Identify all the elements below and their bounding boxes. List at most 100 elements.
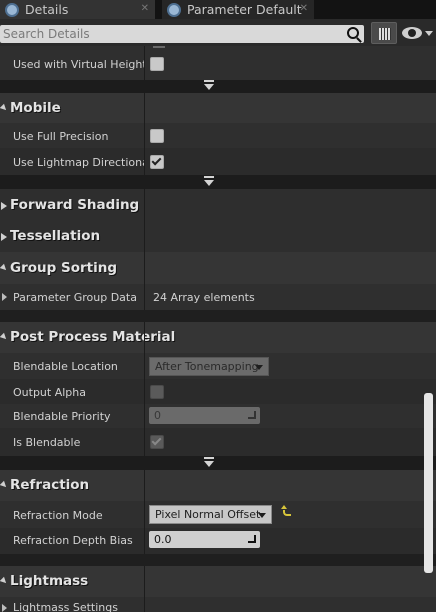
collapse-arrow-icon — [1, 202, 7, 210]
property-label: Use Lightmap Directionalit — [13, 156, 144, 169]
use-lightmap-directionality-checkbox[interactable] — [150, 155, 164, 169]
advanced-expander[interactable] — [0, 175, 436, 189]
property-matrix-icon — [379, 28, 391, 40]
collapse-arrow-icon — [1, 233, 7, 241]
reset-to-default-icon[interactable] — [281, 505, 291, 516]
parameter-search-icon — [167, 2, 181, 17]
output-alpha-checkbox[interactable] — [150, 385, 164, 399]
is-blendable-checkbox[interactable] — [150, 435, 164, 449]
category-mobile[interactable]: Mobile — [0, 93, 436, 123]
checkmark-icon — [151, 155, 162, 166]
blendable-location-dropdown[interactable]: After Tonemapping — [149, 357, 269, 376]
category-title: Mobile — [10, 100, 61, 116]
column-divider[interactable] — [144, 46, 145, 80]
expand-arrow-icon — [0, 576, 9, 586]
property-label: Blendable Location — [13, 360, 118, 373]
property-label: Use Full Precision — [13, 130, 109, 143]
category-title: Forward Shading — [10, 197, 140, 213]
partial-row-edge — [153, 46, 165, 48]
tab-bar: Details ✕ Parameter Default ✕ — [0, 0, 436, 19]
category-tessellation[interactable]: Tessellation — [0, 221, 436, 252]
column-divider[interactable] — [144, 353, 145, 379]
virtual-heightfield-checkbox[interactable] — [150, 57, 164, 71]
tab-close-icon[interactable]: ✕ — [141, 3, 149, 14]
category-post-process-material[interactable]: Post Process Material — [0, 322, 436, 353]
dropdown-value: Pixel Normal Offset — [155, 508, 261, 521]
spinbox-value: 0.0 — [154, 533, 172, 546]
search-box — [0, 25, 364, 43]
column-divider[interactable] — [144, 428, 145, 456]
column-divider[interactable] — [144, 404, 145, 428]
column-divider[interactable] — [144, 501, 145, 528]
column-divider[interactable] — [144, 528, 145, 554]
category-refraction[interactable]: Refraction — [0, 470, 436, 501]
search-toolbar — [0, 19, 436, 46]
property-label: Refraction Mode — [13, 509, 103, 522]
section-gap — [0, 310, 436, 322]
category-forward-shading[interactable]: Forward Shading — [0, 189, 436, 221]
column-divider[interactable] — [144, 597, 145, 612]
details-panel: Used with Virtual Heightfie Mobile Use F… — [0, 46, 436, 612]
refraction-depth-bias-spinbox[interactable]: 0.0 — [149, 531, 260, 548]
chevron-down-icon[interactable] — [425, 31, 433, 36]
blendable-priority-spinbox[interactable]: 0 — [149, 407, 260, 424]
property-row-parameter-group-data: Parameter Group Data 24 Array elements — [0, 284, 436, 310]
column-divider[interactable] — [144, 322, 145, 353]
dropdown-value: After Tonemapping — [155, 360, 259, 373]
struct-expand-arrow-icon[interactable] — [2, 604, 7, 612]
column-divider[interactable] — [144, 379, 145, 404]
column-divider[interactable] — [144, 123, 145, 148]
column-divider[interactable] — [144, 93, 145, 123]
tab-close-icon[interactable]: ✕ — [300, 3, 308, 14]
expand-arrow-icon — [0, 332, 9, 342]
property-label: Blendable Priority — [13, 410, 111, 423]
category-title: Lightmass — [10, 573, 89, 589]
tab-parameter-default[interactable]: Parameter Default ✕ — [162, 0, 314, 19]
property-label: Refraction Depth Bias — [13, 534, 133, 547]
chevron-down-icon — [255, 365, 263, 370]
details-search-icon — [5, 2, 19, 17]
property-row-refraction-depth-bias: Refraction Depth Bias 0.0 — [0, 528, 436, 554]
column-divider[interactable] — [144, 470, 145, 501]
vertical-scrollbar-thumb[interactable] — [424, 393, 433, 573]
property-row-blendable-priority: Blendable Priority 0 — [0, 404, 436, 428]
tab-details-label: Details — [25, 2, 69, 17]
property-label: Is Blendable — [13, 436, 81, 449]
tab-parameter-default-label: Parameter Default — [187, 2, 302, 17]
checkmark-icon — [151, 435, 162, 446]
property-label: Parameter Group Data — [13, 291, 137, 304]
column-divider[interactable] — [144, 221, 145, 252]
search-icon[interactable] — [347, 27, 359, 39]
column-divider[interactable] — [144, 189, 145, 221]
property-row-virtual-heightfield: Used with Virtual Heightfie — [0, 46, 436, 80]
category-group-sorting[interactable]: Group Sorting — [0, 252, 436, 284]
spinbox-value: 0 — [154, 409, 161, 422]
property-label: Lightmass Settings — [13, 601, 118, 612]
column-divider[interactable] — [144, 566, 145, 597]
refraction-mode-dropdown[interactable]: Pixel Normal Offset — [149, 505, 272, 524]
search-input[interactable] — [3, 26, 333, 42]
visibility-eye-icon[interactable] — [402, 27, 422, 39]
column-divider[interactable] — [144, 148, 145, 175]
column-divider[interactable] — [144, 284, 145, 310]
section-gap — [0, 554, 436, 566]
tab-details[interactable]: Details ✕ — [0, 0, 155, 19]
category-title: Refraction — [10, 477, 90, 493]
resize-handle-icon — [248, 535, 256, 543]
array-expand-arrow-icon[interactable] — [2, 293, 7, 301]
advanced-expander[interactable] — [0, 456, 436, 470]
expand-arrow-icon — [0, 480, 9, 490]
use-full-precision-checkbox[interactable] — [150, 129, 164, 143]
property-matrix-button[interactable] — [371, 22, 397, 44]
property-row-use-full-precision: Use Full Precision — [0, 123, 436, 148]
chevron-down-icon — [204, 80, 214, 90]
column-divider[interactable] — [144, 252, 145, 284]
advanced-expander[interactable] — [0, 80, 436, 93]
expand-arrow-icon — [0, 263, 9, 273]
chevron-down-icon — [204, 457, 214, 467]
category-title: Post Process Material — [10, 329, 176, 345]
category-lightmass[interactable]: Lightmass — [0, 566, 436, 597]
expand-arrow-icon — [0, 103, 9, 113]
category-title: Group Sorting — [10, 260, 117, 276]
property-label: Used with Virtual Heightfie — [13, 58, 144, 71]
